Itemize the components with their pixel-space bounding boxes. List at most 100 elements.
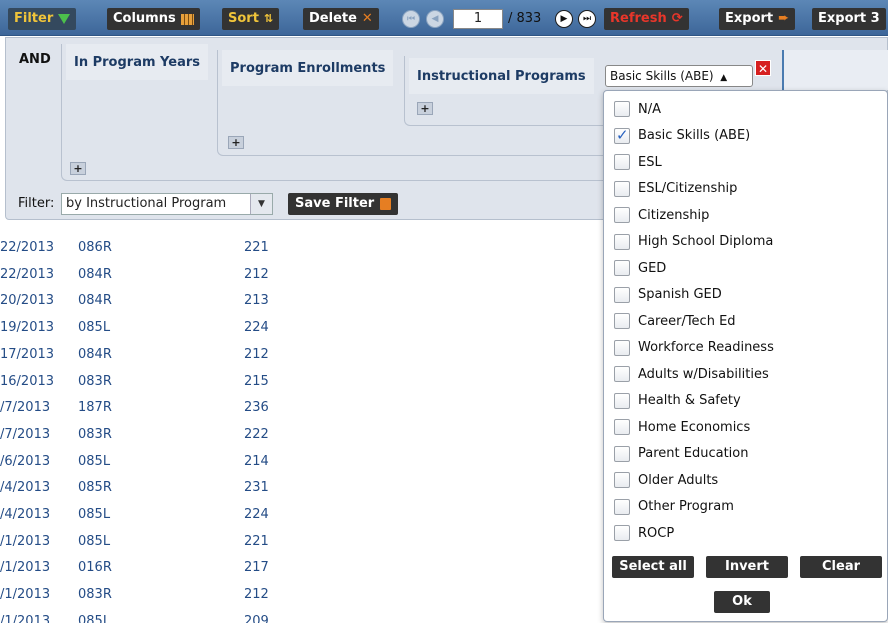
saved-filter-select-value: by Instructional Program <box>66 196 227 211</box>
table-row[interactable]: /1/2013 016R 217 <box>0 555 600 582</box>
option-home-economics[interactable]: Home Economics <box>614 416 750 438</box>
option-high-school-diploma[interactable]: High School Diploma <box>614 231 773 253</box>
add-condition-plus-icon[interactable]: + <box>417 102 433 115</box>
grid-icon <box>180 13 194 25</box>
prev-page-icon[interactable]: ◀ <box>426 10 444 28</box>
checkbox[interactable] <box>614 498 630 515</box>
checkbox[interactable] <box>614 419 630 435</box>
cell-date: /7/2013 <box>0 400 51 416</box>
cell-code: 085R <box>78 480 112 496</box>
checkbox[interactable] <box>614 154 630 170</box>
option-label: Other Program <box>638 499 734 514</box>
saved-filter-select[interactable]: by Instructional Program ▼ <box>61 193 273 215</box>
table-row[interactable]: 17/2013 084R 212 <box>0 342 600 369</box>
app-root: Filter Columns Sort ⇅ Delete ✕ ⏮ ◀ 1 / 8… <box>0 0 888 623</box>
panel-side-area <box>782 50 888 90</box>
table-row[interactable]: /7/2013 187R 236 <box>0 395 600 422</box>
cell-number: 209 <box>244 613 269 623</box>
clear-button[interactable]: Clear <box>800 556 882 578</box>
table-row[interactable]: /4/2013 085L 224 <box>0 502 600 529</box>
option-other-program[interactable]: Other Program <box>614 496 734 518</box>
funnel-icon <box>58 14 71 24</box>
export-3-button[interactable]: Export 3 <box>812 8 886 30</box>
table-row[interactable]: 22/2013 084R 212 <box>0 262 600 289</box>
cell-date: /7/2013 <box>0 426 51 442</box>
select-all-button[interactable]: Select all <box>612 556 694 578</box>
add-condition-plus-icon[interactable]: + <box>70 162 86 175</box>
cell-date: /1/2013 <box>0 587 51 603</box>
option-label: Parent Education <box>638 446 749 461</box>
save-filter-button[interactable]: Save Filter <box>288 193 399 215</box>
cell-date: 22/2013 <box>0 240 55 255</box>
delete-x-icon: ✕ <box>361 11 373 26</box>
checkbox[interactable] <box>614 260 630 276</box>
cell-number: 212 <box>244 587 269 603</box>
checkbox[interactable] <box>614 525 630 541</box>
table-row[interactable]: /6/2013 085L 214 <box>0 449 600 476</box>
option-adults-w-disabilities[interactable]: Adults w/Disabilities <box>614 363 769 385</box>
table-row[interactable]: /7/2013 083R 222 <box>0 422 600 449</box>
cell-date: /1/2013 <box>0 533 51 549</box>
checkbox[interactable] <box>614 207 630 223</box>
checkbox[interactable] <box>614 180 630 197</box>
checkbox[interactable] <box>614 392 630 409</box>
instructional-programs-dropdown: N/A Basic Skills (ABE) ESL ESL/Citizensh… <box>603 90 888 622</box>
checkbox-checked[interactable] <box>614 126 630 144</box>
save-disk-icon <box>380 198 392 210</box>
table-row[interactable]: 20/2013 084R 213 <box>0 288 600 315</box>
cell-code: 085L <box>78 533 111 549</box>
option-health-safety[interactable]: Health & Safety <box>614 390 741 412</box>
option-n-a[interactable]: N/A <box>614 98 661 120</box>
option-parent-education[interactable]: Parent Education <box>614 443 748 465</box>
option-older-adults[interactable]: Older Adults <box>614 469 718 491</box>
option-workforce-readiness[interactable]: Workforce Readiness <box>614 337 774 359</box>
checkbox[interactable] <box>614 366 630 382</box>
cell-code: 085L <box>78 613 111 623</box>
export-button[interactable]: Export ➨ <box>719 8 796 30</box>
cell-number: 217 <box>244 560 269 576</box>
checkbox[interactable] <box>614 286 630 303</box>
refresh-button[interactable]: Refresh ⟳ <box>604 8 689 30</box>
cell-date: 17/2013 <box>0 346 55 362</box>
option-label: Home Economics <box>638 419 751 435</box>
remove-condition-close-icon[interactable]: ✕ <box>755 60 771 76</box>
checkbox[interactable] <box>614 313 630 329</box>
save-filter-button-label: Save Filter <box>295 196 375 211</box>
page-number-input[interactable]: 1 <box>453 9 503 29</box>
selected-value-dropdown[interactable]: Basic Skills (ABE) ▲ <box>605 65 753 87</box>
first-page-icon[interactable]: ⏮ <box>402 10 420 28</box>
filter-button-label: Filter <box>14 11 54 26</box>
option-rocp[interactable]: ROCP <box>614 522 674 544</box>
next-page-icon[interactable]: ▶ <box>555 10 573 28</box>
cell-date: /1/2013 <box>0 613 51 623</box>
table-row[interactable]: /1/2013 083R 212 <box>0 582 600 609</box>
checkbox[interactable] <box>614 233 630 250</box>
last-page-icon[interactable]: ⏭ <box>578 10 596 28</box>
option-career-tech-ed[interactable]: Career/Tech Ed <box>614 310 736 332</box>
table-row[interactable]: 19/2013 085L 224 <box>0 315 600 342</box>
delete-button[interactable]: Delete ✕ <box>303 8 379 30</box>
option-ged[interactable]: GED <box>614 257 666 279</box>
delete-button-label: Delete <box>309 11 357 26</box>
checkbox[interactable] <box>614 101 630 117</box>
option-basic-skills-abe[interactable]: Basic Skills (ABE) <box>614 125 750 147</box>
cell-code: 083R <box>78 426 112 442</box>
table-row[interactable]: 16/2013 083R 215 <box>0 369 600 396</box>
add-condition-plus-icon[interactable]: + <box>228 136 244 149</box>
table-row[interactable]: /1/2013 085L 209 <box>0 609 600 623</box>
option-citizenship[interactable]: Citizenship <box>614 204 709 226</box>
option-esl[interactable]: ESL <box>614 151 662 173</box>
ok-button[interactable]: Ok <box>714 591 770 613</box>
table-row[interactable]: /1/2013 085L 221 <box>0 529 600 556</box>
filter-button[interactable]: Filter <box>8 8 77 30</box>
checkbox[interactable] <box>614 339 630 356</box>
table-row[interactable]: 22/2013 086R 221 <box>0 235 600 262</box>
columns-button[interactable]: Columns <box>107 8 200 30</box>
option-spanish-ged[interactable]: Spanish GED <box>614 284 722 306</box>
checkbox[interactable] <box>614 472 630 488</box>
table-row[interactable]: /4/2013 085R 231 <box>0 475 600 502</box>
checkbox[interactable] <box>614 445 630 462</box>
option-esl-citizenship[interactable]: ESL/Citizenship <box>614 178 737 200</box>
invert-button[interactable]: Invert <box>706 556 788 578</box>
sort-button[interactable]: Sort ⇅ <box>222 8 280 30</box>
